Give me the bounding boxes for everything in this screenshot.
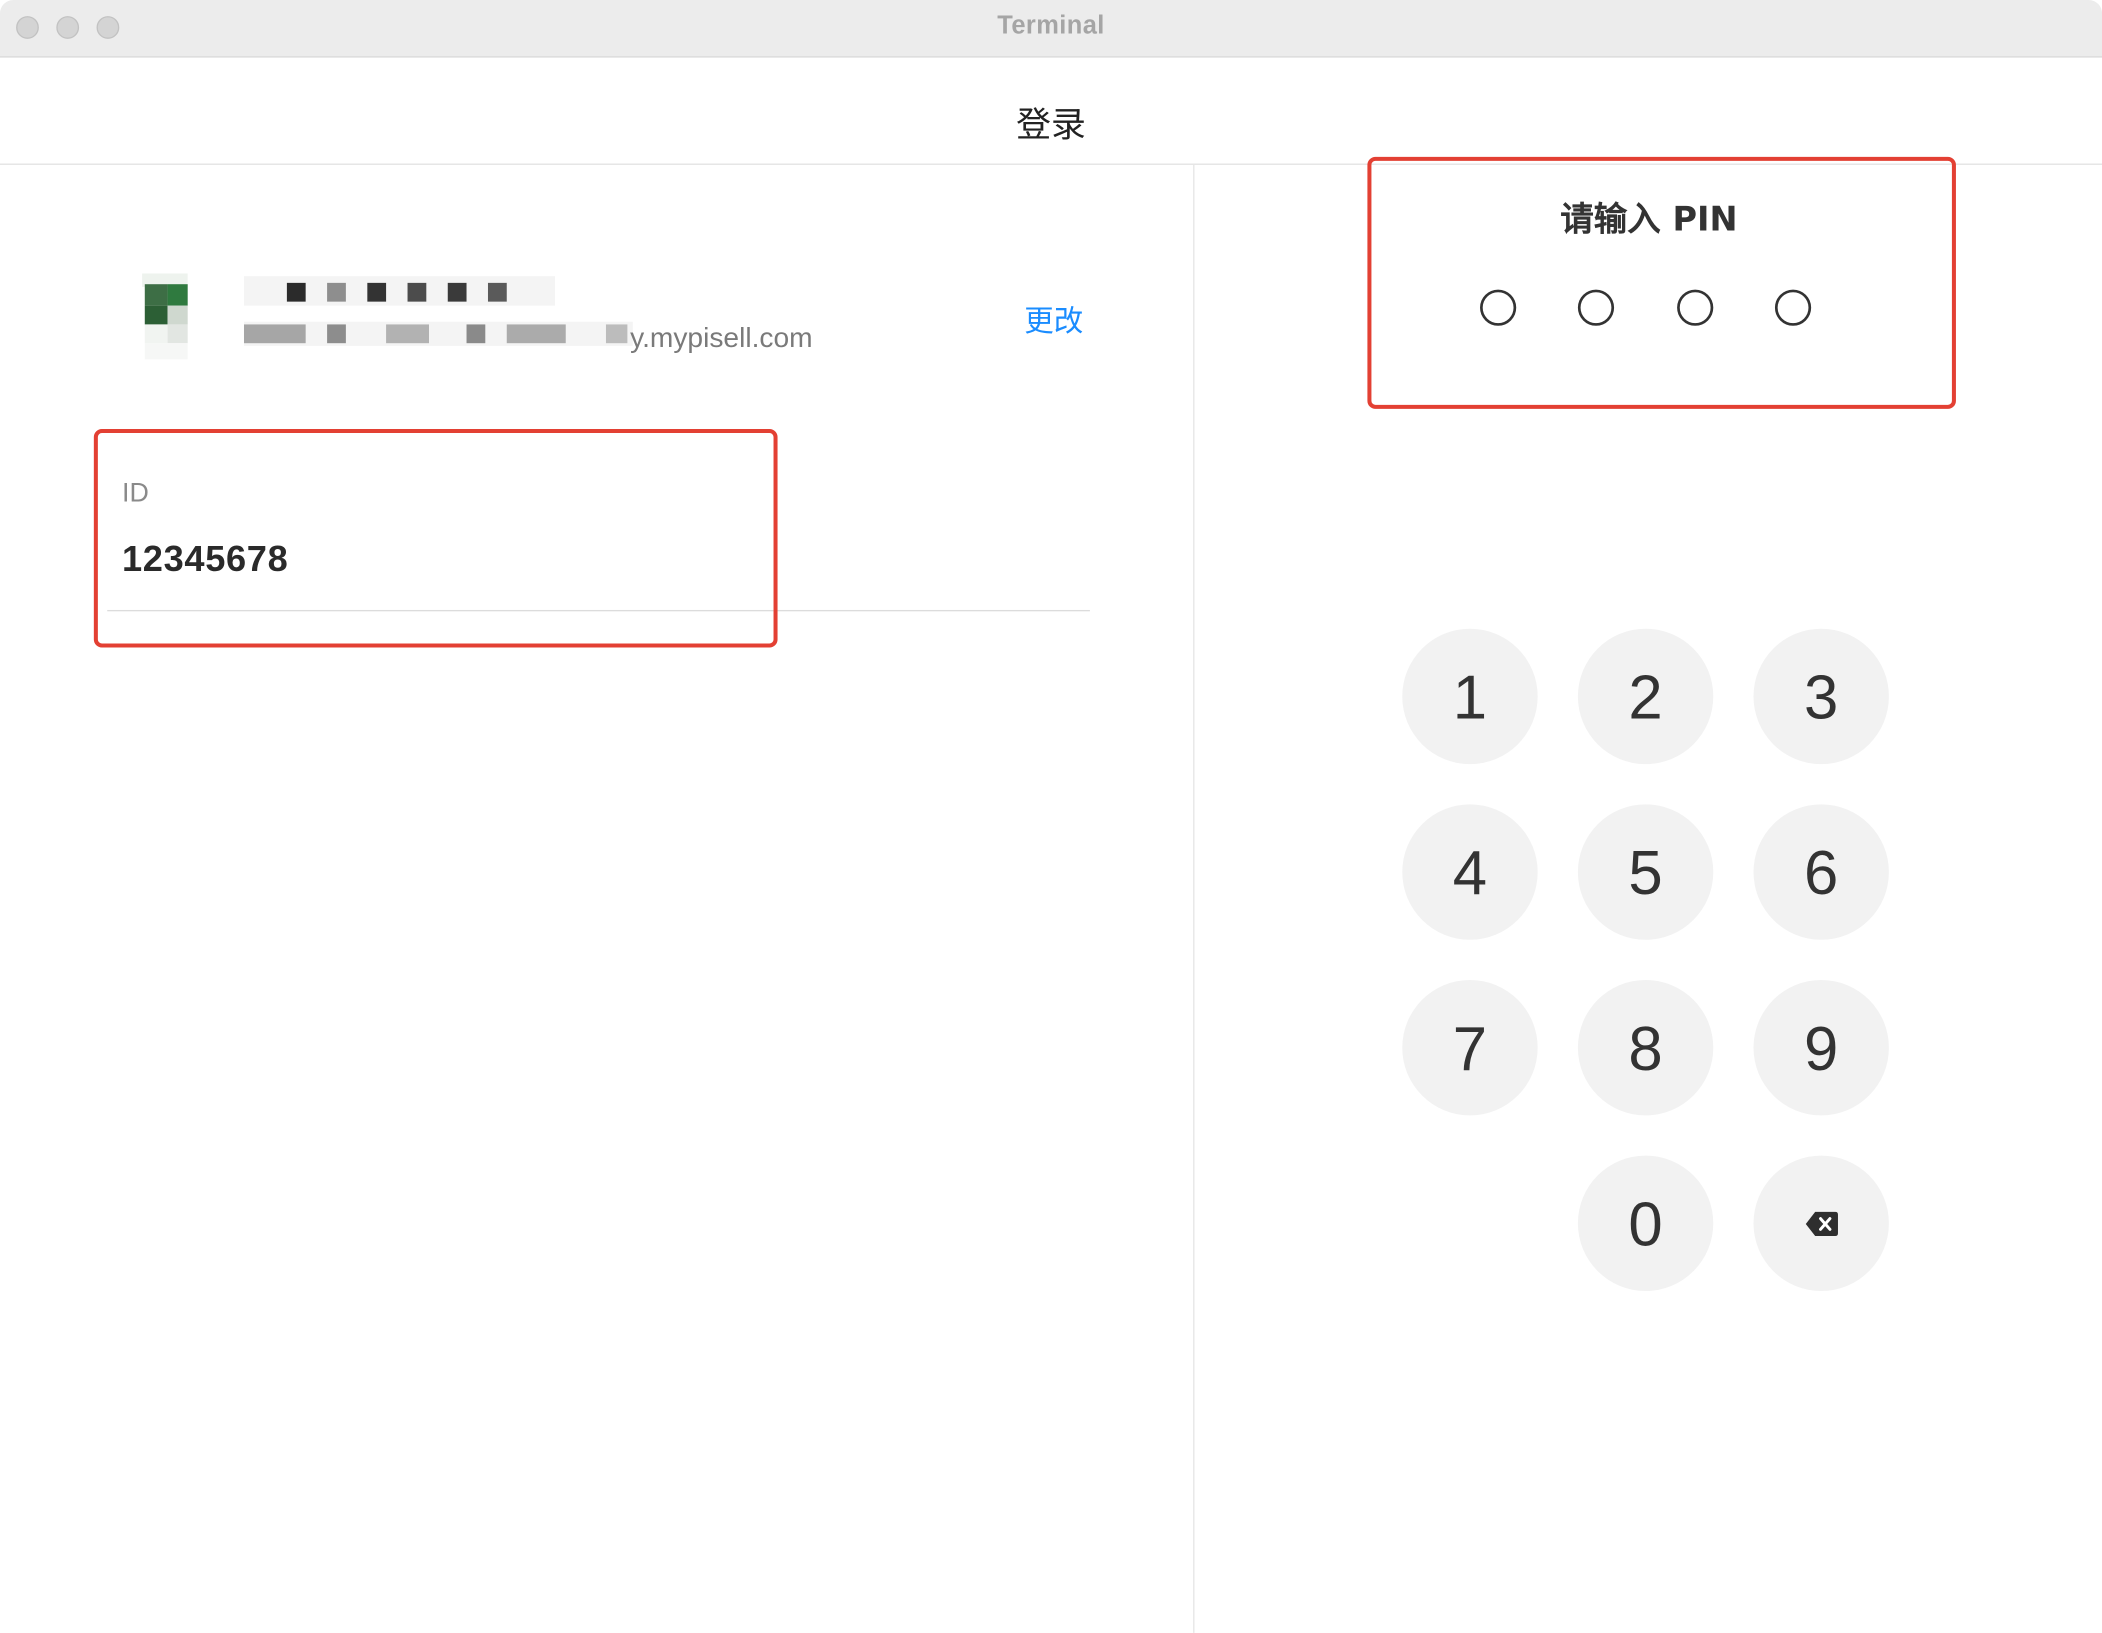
page-header: 登录 — [0, 58, 2102, 165]
keypad-backspace-button[interactable] — [1753, 1155, 1889, 1291]
panel-divider — [1193, 164, 1195, 1633]
keypad-key-9[interactable]: 9 — [1753, 979, 1889, 1116]
store-logo — [142, 273, 188, 360]
keypad-key-8[interactable]: 8 — [1577, 979, 1714, 1116]
keypad-key-3[interactable]: 3 — [1753, 628, 1889, 765]
id-annotation-box — [93, 428, 778, 648]
keypad-key-5[interactable]: 5 — [1577, 804, 1714, 940]
backspace-icon — [1805, 1211, 1838, 1236]
keypad-key-4[interactable]: 4 — [1402, 804, 1538, 940]
app-window: Terminal 登录 y.mypisell.com 更改 ID 1234567… — [0, 0, 2102, 1633]
page-title: 登录 — [1016, 105, 1086, 147]
store-url: y.mypisell.com — [630, 323, 813, 354]
keypad-key-6[interactable]: 6 — [1753, 804, 1889, 940]
keypad-key-7[interactable]: 7 — [1402, 979, 1538, 1116]
keypad-key-2[interactable]: 2 — [1577, 628, 1714, 765]
change-store-link[interactable]: 更改 — [1024, 298, 1083, 341]
store-name-redacted — [243, 276, 556, 306]
store-url-redacted — [243, 321, 633, 346]
window-title: Terminal — [997, 12, 1105, 41]
keypad-key-0[interactable]: 0 — [1577, 1155, 1714, 1291]
title-bar: Terminal — [0, 0, 2102, 58]
keypad-key-1[interactable]: 1 — [1402, 628, 1538, 765]
pin-annotation-box — [1367, 156, 1956, 409]
